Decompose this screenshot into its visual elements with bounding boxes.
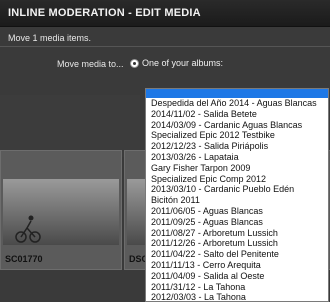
selected-option[interactable] (146, 89, 328, 98)
album-option[interactable]: 2011/04/09 - Salida al Oeste (146, 271, 328, 282)
thumbnail-caption: SC01770 (5, 254, 43, 264)
album-option[interactable]: Bicitón 2011 (146, 195, 328, 206)
album-option[interactable]: 2011/09/25 - Aguas Blancas (146, 217, 328, 228)
album-option[interactable]: 2011/31/12 - La Tahona (146, 282, 328, 293)
dialog-title: INLINE MODERATION - EDIT MEDIA (8, 7, 201, 19)
divider (0, 46, 330, 47)
album-option[interactable]: 2013/03/26 - Lapataia (146, 152, 328, 163)
album-option[interactable]: 2011/12/26 - Arboretum Lussich (146, 238, 328, 249)
cyclist-icon (15, 215, 41, 243)
album-option[interactable]: 2014/03/09 - Cardanic Aguas Blancas (146, 120, 328, 131)
album-option[interactable]: 2014/11/02 - Salida Betete (146, 109, 328, 120)
albums-radio[interactable] (130, 59, 139, 68)
album-option[interactable]: Gary Fisher Tarpon 2009 (146, 163, 328, 174)
album-option[interactable]: 2013/03/10 - Cardanic Pueblo Edén (146, 184, 328, 195)
albums-option-label: One of your albums: (142, 58, 224, 68)
album-option[interactable]: 2011/08/27 - Arboretum Lussich (146, 228, 328, 239)
photo (3, 179, 119, 245)
dialog-titlebar: INLINE MODERATION - EDIT MEDIA (0, 0, 330, 27)
album-option[interactable]: Specialized Epic 2012 Testbike (146, 130, 328, 141)
album-option[interactable]: Despedida del Año 2014 - Aguas Blancas (146, 98, 328, 109)
album-option[interactable]: 2011/11/13 - Cerro Arequita (146, 260, 328, 271)
form-area (0, 95, 140, 157)
album-option[interactable]: 2011/04/22 - Salto del Penitente (146, 249, 328, 260)
move-media-label: Move media to... (57, 59, 124, 69)
info-text: Move 1 media items. (8, 33, 92, 43)
album-option[interactable]: 2012/12/23 - Salida Piriápolis (146, 141, 328, 152)
media-thumbnail[interactable]: SC01770 (0, 150, 122, 270)
album-options: Despedida del Año 2014 - Aguas Blancas 20… (146, 98, 328, 301)
album-select-list[interactable]: Despedida del Año 2014 - Aguas Blancas 20… (145, 88, 329, 302)
album-option[interactable]: 2011/06/05 - Aguas Blancas (146, 206, 328, 217)
album-option[interactable]: 2012/03/03 - La Tahona (146, 292, 328, 301)
album-option[interactable]: Specialized Epic Comp 2012 (146, 174, 328, 185)
